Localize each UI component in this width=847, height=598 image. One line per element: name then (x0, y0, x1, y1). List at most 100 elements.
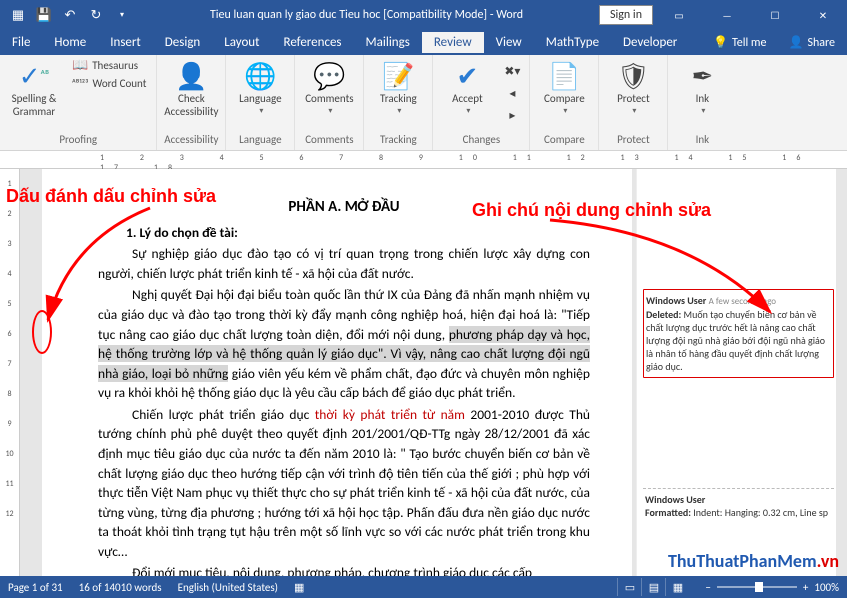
revision-formatted[interactable]: Windows User Formatted: Indent: Hanging:… (643, 488, 834, 523)
revision-time: A few seconds ago (709, 296, 776, 307)
wordcount-icon: ᴬᴮ¹²³ (72, 77, 89, 90)
language-button[interactable]: 🌐 Language (232, 57, 288, 118)
spelling-icon: ✓ᴬᴮ (19, 59, 50, 93)
tab-home[interactable]: Home (42, 32, 98, 53)
group-label-language: Language (232, 133, 288, 148)
workspace: 123456789101112 PHẦN A. MỞ ĐẦU 1. Lý do … (0, 169, 847, 578)
group-label-tracking: Tracking (370, 133, 426, 148)
heading-1: 1. Lý do chọn đề tài: (98, 223, 590, 243)
page[interactable]: PHẦN A. MỞ ĐẦU 1. Lý do chọn đề tài: Sự … (42, 169, 632, 578)
quick-access-toolbar: ▦ 💾 ↶ ↻ ▾ (0, 3, 134, 27)
undo-button[interactable]: ↶ (58, 3, 82, 27)
zoom-control: − + 100% (705, 581, 839, 594)
group-label-compare: Compare (536, 133, 592, 148)
status-page[interactable]: Page 1 of 31 (8, 581, 63, 594)
view-web-layout[interactable]: ▦ (665, 578, 689, 596)
word-logo-icon: ▦ (6, 3, 30, 27)
statusbar: Page 1 of 31 16 of 14010 words English (… (0, 576, 847, 598)
group-proofing: ✓ᴬᴮ Spelling & Grammar 📖Thesaurus ᴬᴮ¹²³W… (0, 55, 157, 150)
view-print-layout[interactable]: ▤ (641, 578, 665, 596)
tracking-icon: 📝 (382, 59, 414, 93)
compare-icon: 📄 (548, 59, 580, 93)
tell-me-search[interactable]: 💡Tell me (703, 35, 776, 50)
accept-button[interactable]: ✔ Accept (439, 57, 495, 118)
group-label-ink: Ink (674, 133, 730, 148)
ribbon: ✓ᴬᴮ Spelling & Grammar 📖Thesaurus ᴬᴮ¹²³W… (0, 55, 847, 151)
protect-button[interactable]: 🛡 Protect (605, 57, 661, 118)
comments-icon: 💬 (313, 59, 345, 93)
revision-author: Windows User (645, 493, 705, 506)
word-count-button[interactable]: ᴬᴮ¹²³Word Count (68, 76, 150, 91)
ruler-horizontal[interactable]: 1 2 3 4 5 6 7 8 9 10 11 12 13 14 15 16 1… (0, 151, 847, 169)
qat-customize[interactable]: ▾ (110, 3, 134, 27)
inserted-text: thời kỳ phát triển từ năm (315, 406, 465, 423)
ink-button[interactable]: ✒ Ink (674, 57, 730, 118)
thesaurus-button[interactable]: 📖Thesaurus (68, 57, 150, 74)
tab-references[interactable]: References (272, 32, 354, 53)
group-label-changes: Changes (439, 133, 523, 148)
comments-button[interactable]: 💬 Comments (301, 57, 357, 118)
window-title: Tieu luan quan ly giao duc Tieu hoc [Com… (134, 8, 599, 22)
tab-mailings[interactable]: Mailings (354, 32, 422, 53)
revision-deleted[interactable]: Windows User A few seconds ago Deleted: … (643, 289, 834, 378)
document-area[interactable]: PHẦN A. MỞ ĐẦU 1. Lý do chọn đề tài: Sự … (20, 169, 847, 578)
view-read-mode[interactable]: ▭ (617, 578, 641, 596)
group-compare: 📄 Compare Compare (530, 55, 599, 150)
zoom-level[interactable]: 100% (814, 581, 839, 594)
para-2: Nghị quyết Đại hội đại biểu toàn quốc lầ… (98, 285, 590, 402)
ruler-vertical[interactable]: 123456789101112 (0, 169, 20, 578)
ink-icon: ✒ (691, 59, 713, 93)
group-changes: ✔ Accept ✖▾ ◂ ▸ Changes (433, 55, 530, 150)
status-language[interactable]: English (United States) (178, 581, 278, 594)
tab-file[interactable]: File (0, 32, 42, 53)
maximize-button[interactable]: ☐ (753, 0, 797, 30)
group-label-protect: Protect (605, 133, 661, 148)
compare-button[interactable]: 📄 Compare (536, 57, 592, 118)
minimize-button[interactable]: — (705, 0, 749, 30)
thesaurus-icon: 📖 (72, 58, 88, 73)
revision-text: Indent: Hanging: 0.32 cm, Line sp (691, 506, 828, 519)
reject-button[interactable]: ✖▾ (501, 61, 523, 81)
protect-icon: 🛡 (617, 59, 650, 93)
group-label-accessibility: Accessibility (163, 133, 219, 148)
revision-author: Windows User (646, 294, 706, 307)
para-1: Sự nghiệp giáo dục đào tạo có vị trí qua… (98, 244, 590, 283)
view-buttons: ▭ ▤ ▦ (617, 578, 689, 596)
zoom-slider[interactable] (717, 586, 797, 588)
close-button[interactable]: ✕ (801, 0, 845, 30)
spelling-grammar-button[interactable]: ✓ᴬᴮ Spelling & Grammar (6, 57, 62, 120)
group-accessibility: 👤 Check Accessibility Accessibility (157, 55, 226, 150)
next-change-button[interactable]: ▸ (501, 105, 523, 125)
tab-developer[interactable]: Developer (611, 32, 689, 53)
language-icon: 🌐 (244, 59, 276, 93)
accept-icon: ✔ (456, 59, 478, 93)
bulb-icon: 💡 (713, 35, 728, 50)
tab-insert[interactable]: Insert (98, 32, 153, 53)
previous-change-button[interactable]: ◂ (501, 83, 523, 103)
revisions-pane: Windows User A few seconds ago Deleted: … (636, 169, 836, 578)
zoom-out-button[interactable]: − (705, 581, 710, 594)
check-accessibility-button[interactable]: 👤 Check Accessibility (163, 57, 219, 120)
sign-in-button[interactable]: Sign in (599, 5, 653, 25)
tab-review[interactable]: Review (422, 32, 484, 53)
titlebar: ▦ 💾 ↶ ↻ ▾ Tieu luan quan ly giao duc Tie… (0, 0, 847, 30)
status-words[interactable]: 16 of 14010 words (79, 581, 162, 594)
heading-part-a: PHẦN A. MỞ ĐẦU (98, 197, 590, 219)
zoom-in-button[interactable]: + (803, 581, 808, 594)
share-button[interactable]: 👤Share (776, 35, 847, 50)
watermark: ThuThuatPhanMem.vn (668, 550, 839, 572)
tab-design[interactable]: Design (153, 32, 212, 53)
redo-button[interactable]: ↻ (84, 3, 108, 27)
accessibility-icon: 👤 (175, 59, 207, 93)
status-macro-icon[interactable]: ▦ (294, 581, 304, 594)
group-label-proofing: Proofing (6, 133, 150, 148)
revision-label: Deleted: (646, 308, 681, 321)
tab-layout[interactable]: Layout (212, 32, 271, 53)
tab-view[interactable]: View (484, 32, 534, 53)
tracking-button[interactable]: 📝 Tracking (370, 57, 426, 118)
ribbon-options-button[interactable]: ▭ (657, 0, 701, 30)
group-ink: ✒ Ink Ink (668, 55, 736, 150)
save-button[interactable]: 💾 (32, 3, 56, 27)
share-icon: 👤 (788, 35, 803, 50)
tab-mathtype[interactable]: MathType (534, 32, 611, 53)
